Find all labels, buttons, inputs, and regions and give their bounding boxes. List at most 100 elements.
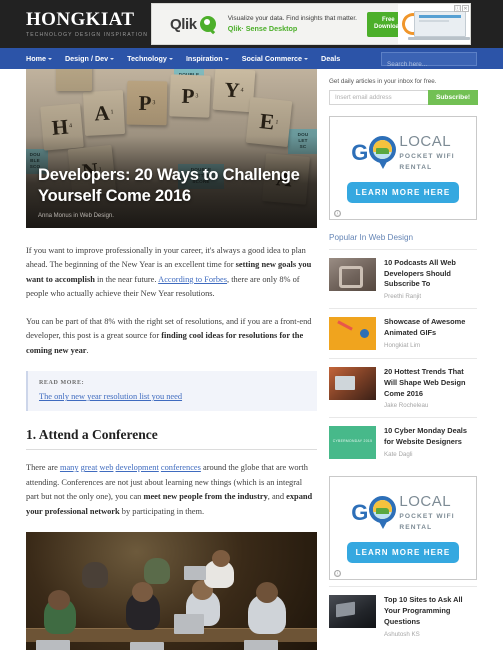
thumbnail-image [329,426,376,460]
thumbnail-image [329,258,376,291]
list-item-author: Preethi Ranjit [384,293,422,301]
list-item-title: 10 Podcasts All Web Developers Should Su… [384,258,456,289]
golocal-logo: G LOCAL POCKET WIFI RENTAL [339,133,467,173]
list-item[interactable]: Top 10 Sites to Ask All Your Programming… [329,586,477,645]
search-box[interactable] [381,51,477,70]
article-body: If you want to improve professionally in… [26,228,317,650]
photo-attendee-head [212,549,230,567]
nav-label-design-dev: Design / Dev [64,54,109,63]
site-logo[interactable]: HONGKIAT TECHNOLOGY DESIGN INSPIRATION [26,9,147,38]
photo-laptop [244,639,278,650]
ad-info-icon[interactable]: ⓘ [334,570,341,578]
sidebar: Get daily articles in your inbox for fre… [329,69,479,650]
thumbnail-image [329,317,376,351]
golocal-text: LOCAL POCKET WIFI RENTAL [399,493,454,533]
thumbnail-image [329,367,376,401]
nav-items: Home Design / Dev Technology Inspiration… [26,54,340,63]
ad-laptop-base [408,37,470,40]
page-body: DOUBLESCO DOUBLELETTER DOUBLELETTERSCORE… [0,69,503,650]
ad-close-icon[interactable]: ✕ [462,5,469,12]
golocal-tagline-2: RENTAL [399,163,433,171]
header-advertisement[interactable]: Qlik Visualize your data. Find insights … [151,3,471,45]
ad-headline: Visualize your data. Find insights that … [227,15,357,22]
golocal-word-local: LOCAL [399,493,452,511]
thumbnail-image [329,595,376,629]
logo-wordmark: HONGKIAT [26,9,135,31]
para3-text-a: There are [26,463,60,473]
photo-attendee-head [132,581,153,602]
pin-inner-art [373,500,393,520]
forbes-link[interactable]: According to Forbes [158,275,227,284]
link-conferences[interactable]: conferences [161,463,201,472]
ad-info-icon[interactable]: ⓘ [454,5,461,12]
list-item-text: Top 10 Sites to Ask All Your Programming… [384,595,477,637]
list-item-author: Kate Dagli [384,450,413,458]
para3-bold-1: meet new people from the industry [143,492,268,502]
read-more-label: READ MORE: [39,380,85,387]
golocal-letter-g: G [351,139,369,165]
link-great[interactable]: great [81,463,98,472]
list-item-text: 20 Hottest Trends That Will Shape Web De… [384,367,477,409]
map-pin-icon [369,496,397,530]
golocal-tagline-1: POCKET WIFI [399,153,455,160]
nav-item-deals[interactable]: Deals [321,54,340,63]
chevron-down-icon [224,58,229,60]
photo-attendee-head [256,581,278,603]
photo-laptop [174,613,204,634]
hero-byline: Anna Monus in Web Design. [38,213,114,219]
nav-label-social-commerce: Social Commerce [241,54,303,63]
ad-info-icon[interactable]: ⓘ [334,210,341,217]
car-icon [376,508,390,515]
read-more-box: READ MORE: The only new year resolution … [26,371,317,412]
list-item-author: Hongkiat Lim [384,341,421,349]
chevron-down-icon [47,58,52,60]
main-content: DOUBLESCO DOUBLELETTER DOUBLELETTERSCORE… [26,69,317,650]
nav-label-deals: Deals [321,54,341,63]
nav-label-technology: Technology [127,54,167,63]
list-item-title: 10 Cyber Monday Deals for Website Design… [384,426,467,447]
conference-photo [26,531,317,650]
list-item-text: 10 Podcasts All Web Developers Should Su… [384,258,477,300]
para3-text-c: , and [267,492,287,502]
list-item[interactable]: Showcase of Awesome Animated GIFs Hongki… [329,308,477,358]
nav-item-design-dev[interactable]: Design / Dev [64,54,115,63]
nav-item-inspiration[interactable]: Inspiration [186,54,229,63]
read-more-link[interactable]: The only new year resolution list you ne… [39,392,306,401]
hero-title: Developers: 20 Ways to Challenge Yoursel… [38,165,300,205]
para2-text-b: . [86,345,89,355]
nav-item-technology[interactable]: Technology [127,54,173,63]
search-input[interactable] [382,58,476,70]
list-item[interactable]: 20 Hottest Trends That Will Shape Web De… [329,358,477,417]
site-header: HONGKIAT TECHNOLOGY DESIGN INSPIRATION Q… [0,0,503,48]
nav-item-social-commerce[interactable]: Social Commerce [241,54,309,63]
main-navigation: Home Design / Dev Technology Inspiration… [0,48,503,70]
list-item-author: Ashutosh KS [384,630,420,638]
link-web[interactable]: web [100,463,114,472]
list-item-title: Top 10 Sites to Ask All Your Programming… [384,595,463,626]
ad-laptop-graphic [414,11,466,37]
link-many[interactable]: many [60,463,79,472]
photo-attendee [144,557,170,584]
photo-attendee-head [48,589,70,610]
subscribe-button[interactable]: Subscribe! [428,90,479,105]
list-item[interactable]: 10 Podcasts All Web Developers Should Su… [329,249,477,308]
list-item-author: Jake Rocheleau [384,402,429,410]
link-development[interactable]: development [116,463,159,472]
nav-label-home: Home [26,54,46,63]
photo-laptop [130,641,164,650]
list-item-title: 20 Hottest Trends That Will Shape Web De… [384,367,466,398]
ad-controls[interactable]: ⓘ ✕ [454,5,469,12]
hero-article-banner[interactable]: DOUBLESCO DOUBLELETTER DOUBLELETTERSCORE… [26,69,317,228]
qlik-circle-icon [199,16,216,32]
article-paragraph-2: You can be part of that 8% with the righ… [26,315,317,358]
learn-more-button[interactable]: LEARN MORE HERE [347,542,459,564]
sidebar-ad-top[interactable]: G LOCAL POCKET WIFI RENTAL LEARN MORE HE… [329,116,477,220]
golocal-text: LOCAL POCKET WIFI RENTAL [399,133,454,173]
nav-item-home[interactable]: Home [26,54,52,63]
golocal-logo: G LOCAL POCKET WIFI RENTAL [339,493,467,533]
list-item[interactable]: 10 Cyber Monday Deals for Website Design… [329,417,477,467]
map-pin-icon [369,135,397,170]
sidebar-ad-bottom[interactable]: G LOCAL POCKET WIFI RENTAL LEARN MORE HE… [329,476,477,581]
learn-more-button[interactable]: LEARN MORE HERE [347,181,459,203]
email-input[interactable] [329,90,428,105]
